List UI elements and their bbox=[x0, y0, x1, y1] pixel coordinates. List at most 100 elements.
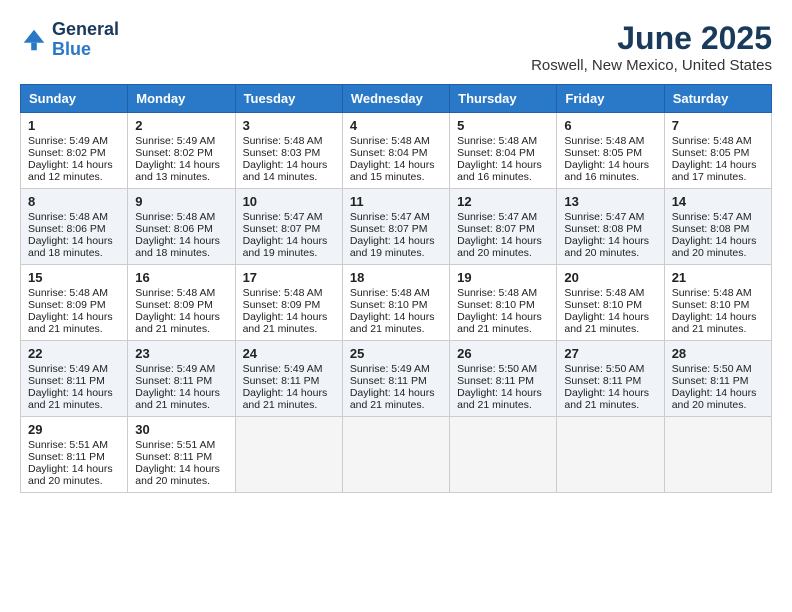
daylight-label: Daylight: 14 hours and 21 minutes. bbox=[564, 387, 649, 411]
sunrise-label: Sunrise: 5:49 AM bbox=[135, 363, 215, 375]
daylight-label: Daylight: 14 hours and 21 minutes. bbox=[672, 311, 757, 335]
day-number: 23 bbox=[135, 346, 227, 361]
daylight-label: Daylight: 14 hours and 17 minutes. bbox=[672, 159, 757, 183]
day-number: 21 bbox=[672, 270, 764, 285]
sunset-label: Sunset: 8:11 PM bbox=[350, 375, 427, 387]
day-number: 5 bbox=[457, 118, 549, 133]
sunset-label: Sunset: 8:04 PM bbox=[457, 147, 535, 159]
sunrise-label: Sunrise: 5:48 AM bbox=[135, 211, 215, 223]
sunrise-label: Sunrise: 5:48 AM bbox=[564, 135, 644, 147]
table-row bbox=[664, 417, 771, 493]
daylight-label: Daylight: 14 hours and 21 minutes. bbox=[135, 311, 220, 335]
table-row: 8Sunrise: 5:48 AMSunset: 8:06 PMDaylight… bbox=[21, 189, 128, 265]
table-row: 11Sunrise: 5:47 AMSunset: 8:07 PMDayligh… bbox=[342, 189, 449, 265]
location: Roswell, New Mexico, United States bbox=[531, 57, 772, 74]
sunrise-label: Sunrise: 5:48 AM bbox=[564, 287, 644, 299]
day-number: 4 bbox=[350, 118, 442, 133]
table-row: 17Sunrise: 5:48 AMSunset: 8:09 PMDayligh… bbox=[235, 265, 342, 341]
daylight-label: Daylight: 14 hours and 21 minutes. bbox=[243, 311, 328, 335]
day-number: 9 bbox=[135, 194, 227, 209]
daylight-label: Daylight: 14 hours and 20 minutes. bbox=[135, 463, 220, 487]
day-number: 6 bbox=[564, 118, 656, 133]
page-header: General Blue June 2025 Roswell, New Mexi… bbox=[20, 20, 772, 74]
sunrise-label: Sunrise: 5:48 AM bbox=[350, 287, 430, 299]
table-row: 22Sunrise: 5:49 AMSunset: 8:11 PMDayligh… bbox=[21, 341, 128, 417]
sunset-label: Sunset: 8:11 PM bbox=[457, 375, 534, 387]
daylight-label: Daylight: 14 hours and 14 minutes. bbox=[243, 159, 328, 183]
sunrise-label: Sunrise: 5:51 AM bbox=[28, 439, 108, 451]
col-sunday: Sunday bbox=[21, 85, 128, 113]
sunset-label: Sunset: 8:10 PM bbox=[672, 299, 750, 311]
table-row bbox=[450, 417, 557, 493]
sunset-label: Sunset: 8:10 PM bbox=[350, 299, 428, 311]
sunset-label: Sunset: 8:08 PM bbox=[564, 223, 642, 235]
sunset-label: Sunset: 8:10 PM bbox=[564, 299, 642, 311]
table-row: 27Sunrise: 5:50 AMSunset: 8:11 PMDayligh… bbox=[557, 341, 664, 417]
table-row: 1Sunrise: 5:49 AMSunset: 8:02 PMDaylight… bbox=[21, 113, 128, 189]
table-row: 24Sunrise: 5:49 AMSunset: 8:11 PMDayligh… bbox=[235, 341, 342, 417]
day-number: 15 bbox=[28, 270, 120, 285]
daylight-label: Daylight: 14 hours and 16 minutes. bbox=[457, 159, 542, 183]
calendar-table: Sunday Monday Tuesday Wednesday Thursday… bbox=[20, 84, 772, 493]
sunset-label: Sunset: 8:04 PM bbox=[350, 147, 428, 159]
table-row: 9Sunrise: 5:48 AMSunset: 8:06 PMDaylight… bbox=[128, 189, 235, 265]
table-row: 14Sunrise: 5:47 AMSunset: 8:08 PMDayligh… bbox=[664, 189, 771, 265]
sunset-label: Sunset: 8:11 PM bbox=[135, 451, 212, 463]
sunset-label: Sunset: 8:11 PM bbox=[564, 375, 641, 387]
sunrise-label: Sunrise: 5:50 AM bbox=[672, 363, 752, 375]
sunrise-label: Sunrise: 5:48 AM bbox=[672, 287, 752, 299]
sunrise-label: Sunrise: 5:49 AM bbox=[135, 135, 215, 147]
daylight-label: Daylight: 14 hours and 19 minutes. bbox=[350, 235, 435, 259]
sunset-label: Sunset: 8:02 PM bbox=[135, 147, 213, 159]
sunset-label: Sunset: 8:05 PM bbox=[672, 147, 750, 159]
sunrise-label: Sunrise: 5:49 AM bbox=[243, 363, 323, 375]
table-row: 7Sunrise: 5:48 AMSunset: 8:05 PMDaylight… bbox=[664, 113, 771, 189]
daylight-label: Daylight: 14 hours and 15 minutes. bbox=[350, 159, 435, 183]
daylight-label: Daylight: 14 hours and 21 minutes. bbox=[350, 387, 435, 411]
table-row: 4Sunrise: 5:48 AMSunset: 8:04 PMDaylight… bbox=[342, 113, 449, 189]
logo-text: General Blue bbox=[52, 20, 119, 60]
table-row: 21 Sunrise: 5:48 AMSunset: 8:10 PMDayligh… bbox=[664, 265, 771, 341]
day-number: 26 bbox=[457, 346, 549, 361]
table-row bbox=[557, 417, 664, 493]
day-number: 16 bbox=[135, 270, 227, 285]
day-number: 12 bbox=[457, 194, 549, 209]
daylight-label: Daylight: 14 hours and 21 minutes. bbox=[564, 311, 649, 335]
daylight-label: Daylight: 14 hours and 12 minutes. bbox=[28, 159, 113, 183]
sunset-label: Sunset: 8:07 PM bbox=[457, 223, 535, 235]
table-row: 28Sunrise: 5:50 AMSunset: 8:11 PMDayligh… bbox=[664, 341, 771, 417]
col-wednesday: Wednesday bbox=[342, 85, 449, 113]
sunrise-label: Sunrise: 5:48 AM bbox=[135, 287, 215, 299]
day-number: 2 bbox=[135, 118, 227, 133]
col-friday: Friday bbox=[557, 85, 664, 113]
sunrise-label: Sunrise: 5:49 AM bbox=[350, 363, 430, 375]
day-number: 7 bbox=[672, 118, 764, 133]
day-number: 8 bbox=[28, 194, 120, 209]
sunset-label: Sunset: 8:06 PM bbox=[135, 223, 213, 235]
day-number: 13 bbox=[564, 194, 656, 209]
col-saturday: Saturday bbox=[664, 85, 771, 113]
day-number: 10 bbox=[243, 194, 335, 209]
table-row: 26Sunrise: 5:50 AMSunset: 8:11 PMDayligh… bbox=[450, 341, 557, 417]
daylight-label: Daylight: 14 hours and 21 minutes. bbox=[28, 387, 113, 411]
table-row bbox=[342, 417, 449, 493]
daylight-label: Daylight: 14 hours and 13 minutes. bbox=[135, 159, 220, 183]
sunset-label: Sunset: 8:07 PM bbox=[350, 223, 428, 235]
daylight-label: Daylight: 14 hours and 21 minutes. bbox=[28, 311, 113, 335]
table-row: 5Sunrise: 5:48 AMSunset: 8:04 PMDaylight… bbox=[450, 113, 557, 189]
daylight-label: Daylight: 14 hours and 21 minutes. bbox=[457, 387, 542, 411]
sunset-label: Sunset: 8:11 PM bbox=[672, 375, 749, 387]
sunrise-label: Sunrise: 5:47 AM bbox=[243, 211, 323, 223]
daylight-label: Daylight: 14 hours and 21 minutes. bbox=[350, 311, 435, 335]
table-row bbox=[235, 417, 342, 493]
daylight-label: Daylight: 14 hours and 16 minutes. bbox=[564, 159, 649, 183]
table-row: 29Sunrise: 5:51 AMSunset: 8:11 PMDayligh… bbox=[21, 417, 128, 493]
sunrise-label: Sunrise: 5:47 AM bbox=[350, 211, 430, 223]
sunset-label: Sunset: 8:08 PM bbox=[672, 223, 750, 235]
table-row: 2 Sunrise: 5:49 AMSunset: 8:02 PMDaylight… bbox=[128, 113, 235, 189]
sunrise-label: Sunrise: 5:51 AM bbox=[135, 439, 215, 451]
sunrise-label: Sunrise: 5:49 AM bbox=[28, 363, 108, 375]
sunrise-label: Sunrise: 5:50 AM bbox=[564, 363, 644, 375]
table-row: 25Sunrise: 5:49 AMSunset: 8:11 PMDayligh… bbox=[342, 341, 449, 417]
day-number: 28 bbox=[672, 346, 764, 361]
